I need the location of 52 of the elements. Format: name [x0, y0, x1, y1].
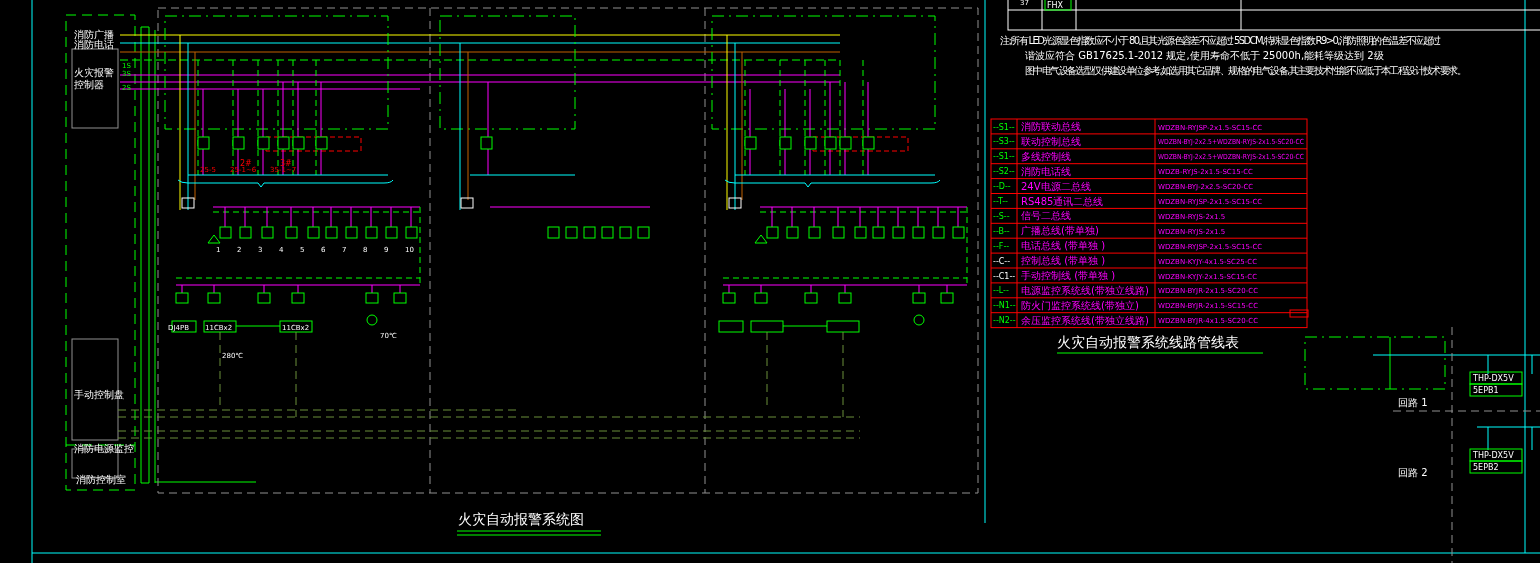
line-description: 余压监控系统线(带独立线路)	[1021, 314, 1149, 326]
line-code: --S1--	[993, 152, 1015, 162]
equipment-label: 火灾报警	[74, 67, 114, 78]
line-code: --L--	[993, 286, 1009, 296]
line-code: --S1--	[993, 122, 1015, 132]
equipment-label: 消防控制室	[76, 474, 126, 485]
note-text: 谐波应符合 GB17625.1-2012 规定,使用寿命不低于 25000h,能耗等级达到 2级	[1025, 50, 1384, 61]
note-text: 注:所有 LED光源显色指数应不小于 80,且其光源色容差不应超过 5SDCM,特殊显色指数 R9>0,消防照明的色温差不应超过	[1000, 35, 1440, 46]
module-box	[1469, 448, 1523, 462]
line-code: --N1--	[993, 301, 1016, 311]
line-description: 电话总线 (带单独 )	[1021, 240, 1106, 252]
module-box	[1469, 371, 1523, 385]
diagram-title: 火灾自动报警系统图	[458, 511, 584, 527]
line-description: 信号二总线	[1021, 210, 1071, 222]
line-description: 消防联动总线	[1021, 121, 1081, 132]
equipment-label: 手动控制盘	[74, 389, 124, 400]
module-label: THP-DX5V	[1473, 451, 1514, 460]
line-description: RS485通讯二总线	[1021, 195, 1104, 207]
group-label: 回路 2	[1398, 467, 1428, 478]
line-code: --S3--	[993, 137, 1015, 147]
line-description: 消防电话线	[1021, 165, 1071, 177]
row-code: FHX	[1047, 1, 1064, 10]
module-box	[1469, 383, 1523, 397]
line-description: 手动控制线 (带单独 )	[1021, 270, 1116, 281]
line-code: --S--	[993, 211, 1010, 221]
module-box	[1469, 460, 1523, 474]
line-description: 联动控制总线	[1021, 135, 1081, 147]
line-description: 广播总线(带单独)	[1021, 225, 1099, 237]
line-description: 控制总线 (带单独 )	[1021, 255, 1106, 267]
line-code: --C1--	[993, 271, 1016, 281]
line-code: --N2--	[993, 316, 1016, 326]
table-title: 火灾自动报警系统线路管线表	[1057, 334, 1239, 350]
group-label: 回路 1	[1398, 397, 1428, 408]
line-code: --F--	[993, 241, 1010, 251]
equipment-label: 消防电话	[74, 39, 114, 50]
line-description: 电源监控系统线(带独立线路)	[1021, 284, 1149, 296]
equipment-label: 消防广播	[74, 29, 114, 40]
line-code: --S2--	[993, 167, 1015, 177]
line-description: 多线控制线	[1021, 150, 1071, 162]
note-text: 图中电气设备选型仅供建设单位参考,如选用其它品牌、规格的电气设备,其主要技术性能不应低于本工程设计技术要求。	[1025, 65, 1465, 76]
module-label: THP-DX5V	[1473, 374, 1514, 383]
line-description: 24V电源二总线	[1021, 180, 1091, 192]
floor-number: 2#	[240, 159, 252, 168]
equipment-label: 控制器	[74, 79, 104, 90]
line-description: 防火门监控系统线(带独立)	[1021, 299, 1139, 311]
line-code: --C--	[993, 256, 1011, 266]
module-label: 5EPB1	[1473, 386, 1499, 395]
line-code: --T--	[993, 197, 1008, 206]
line-code: --B--	[993, 226, 1010, 236]
equipment-label: 消防电源监控	[74, 443, 134, 454]
module-label: 5EPB2	[1473, 463, 1499, 472]
line-code: --D--	[993, 182, 1011, 192]
